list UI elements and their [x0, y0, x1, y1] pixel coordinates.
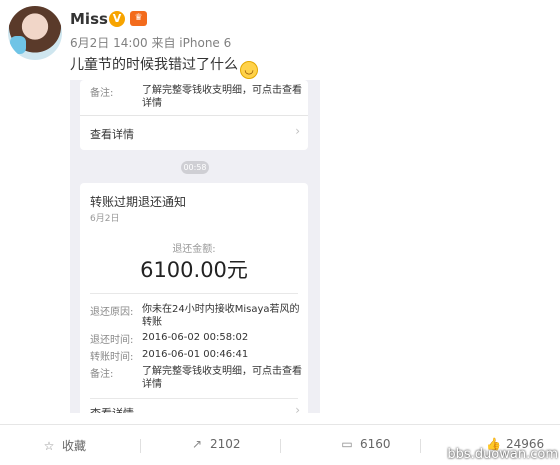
previous-notice-card: 备注: 了解完整零钱收支明细，可点击查看详情 查看详情 ›: [80, 80, 308, 150]
headphones-graphic: [10, 36, 26, 54]
note-value: 了解完整零钱收支明细，可点击查看详情: [142, 366, 302, 390]
favorite-button[interactable]: ☆ 收藏: [42, 437, 86, 454]
divider: [140, 439, 141, 453]
embedded-screenshot[interactable]: 备注: 了解完整零钱收支明细，可点击查看详情 查看详情 › 00:58 转账过期…: [70, 80, 320, 413]
note-label: 备注:: [90, 88, 114, 99]
refund-time-value: 2016-06-02 00:58:02: [142, 332, 249, 343]
refund-time-label: 退还时间:: [90, 335, 134, 346]
username[interactable]: Miss: [70, 10, 108, 28]
divider: [280, 439, 281, 453]
view-details-link-partial: 查看详情: [90, 405, 134, 413]
post-text-content: 儿童节的时候我错过了什么: [70, 57, 238, 73]
reason-value: 你未在24小时内接收Misaya若风的转账: [142, 304, 300, 328]
verified-icon: V: [109, 11, 125, 27]
vip-icon: ♛: [130, 11, 147, 26]
post-text: 儿童节的时候我错过了什么 ◡: [70, 54, 258, 79]
repost-count: 2102: [210, 437, 241, 451]
view-details-link: 查看详情: [90, 128, 134, 141]
refund-notice-card: 转账过期退还通知 6月2日 退还金额: 6100.00元 退还原因: 你未在24…: [80, 183, 308, 413]
comment-icon: ▭: [341, 437, 353, 451]
notice-title: 转账过期退还通知: [90, 195, 187, 209]
repost-icon: ↗: [191, 437, 203, 451]
divider: [420, 439, 421, 453]
avatar[interactable]: [8, 6, 62, 60]
star-icon: ☆: [43, 439, 55, 453]
refund-amount: 6100.00元: [140, 258, 248, 282]
chevron-right-icon: ›: [295, 403, 300, 413]
divider: [80, 115, 308, 116]
amount-label: 退还金额:: [172, 244, 216, 255]
chevron-right-icon: ›: [295, 124, 300, 138]
notice-date: 6月2日: [90, 214, 120, 224]
note-label: 备注:: [90, 369, 114, 380]
favorite-label: 收藏: [62, 439, 87, 453]
reason-label: 退还原因:: [90, 307, 134, 318]
divider: [90, 398, 298, 399]
post-meta[interactable]: 6月2日 14:00 来自 iPhone 6: [70, 34, 231, 51]
watermark: bbs.duowan.com: [447, 447, 558, 462]
time-stamp: 00:58: [181, 161, 209, 174]
comment-count: 6160: [360, 437, 391, 451]
repost-button[interactable]: ↗ 2102: [190, 437, 241, 451]
comment-button[interactable]: ▭ 6160: [340, 437, 391, 451]
divider: [90, 293, 298, 294]
transfer-time-label: 转账时间:: [90, 352, 134, 363]
laughing-face-icon: ◡: [240, 61, 258, 79]
note-value: 了解完整零钱收支明细，可点击查看详情: [142, 85, 302, 109]
transfer-time-value: 2016-06-01 00:46:41: [142, 349, 249, 360]
